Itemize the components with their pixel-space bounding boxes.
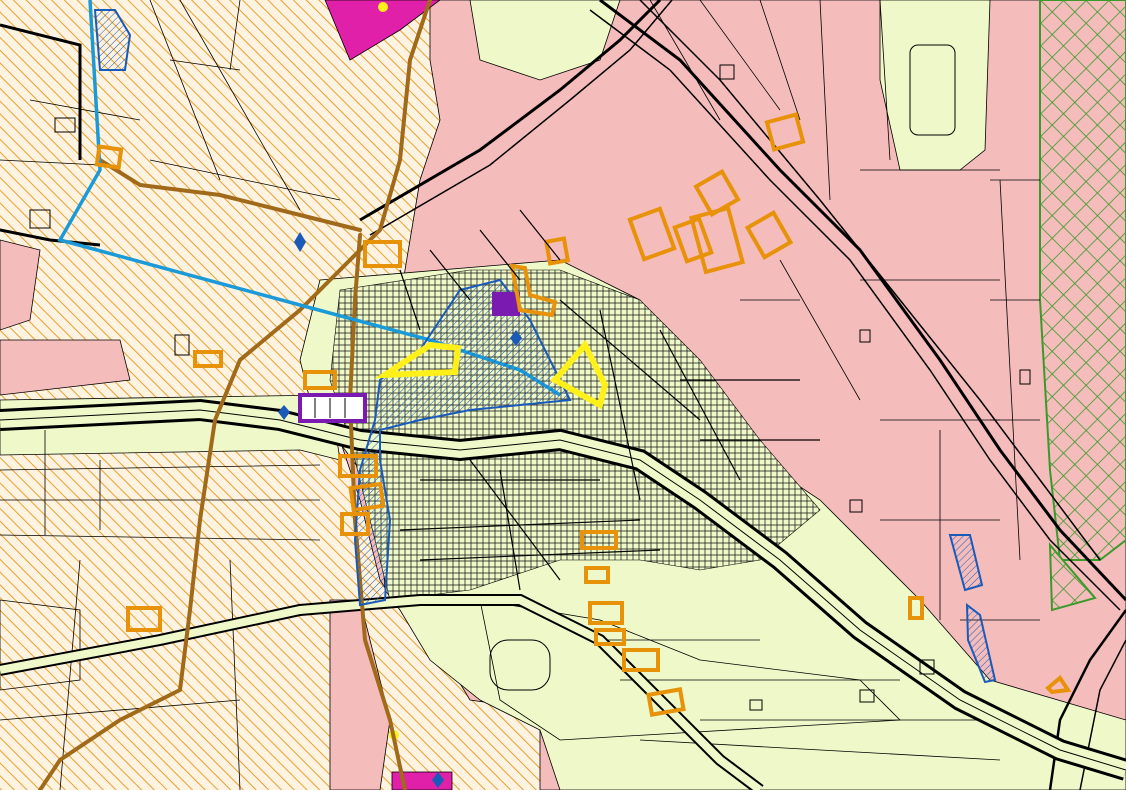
map-canvas[interactable] bbox=[0, 0, 1126, 790]
landmark-marker-north bbox=[378, 2, 388, 12]
protected-zone bbox=[1039, 0, 1126, 561]
zoning-map[interactable] bbox=[0, 0, 1126, 790]
